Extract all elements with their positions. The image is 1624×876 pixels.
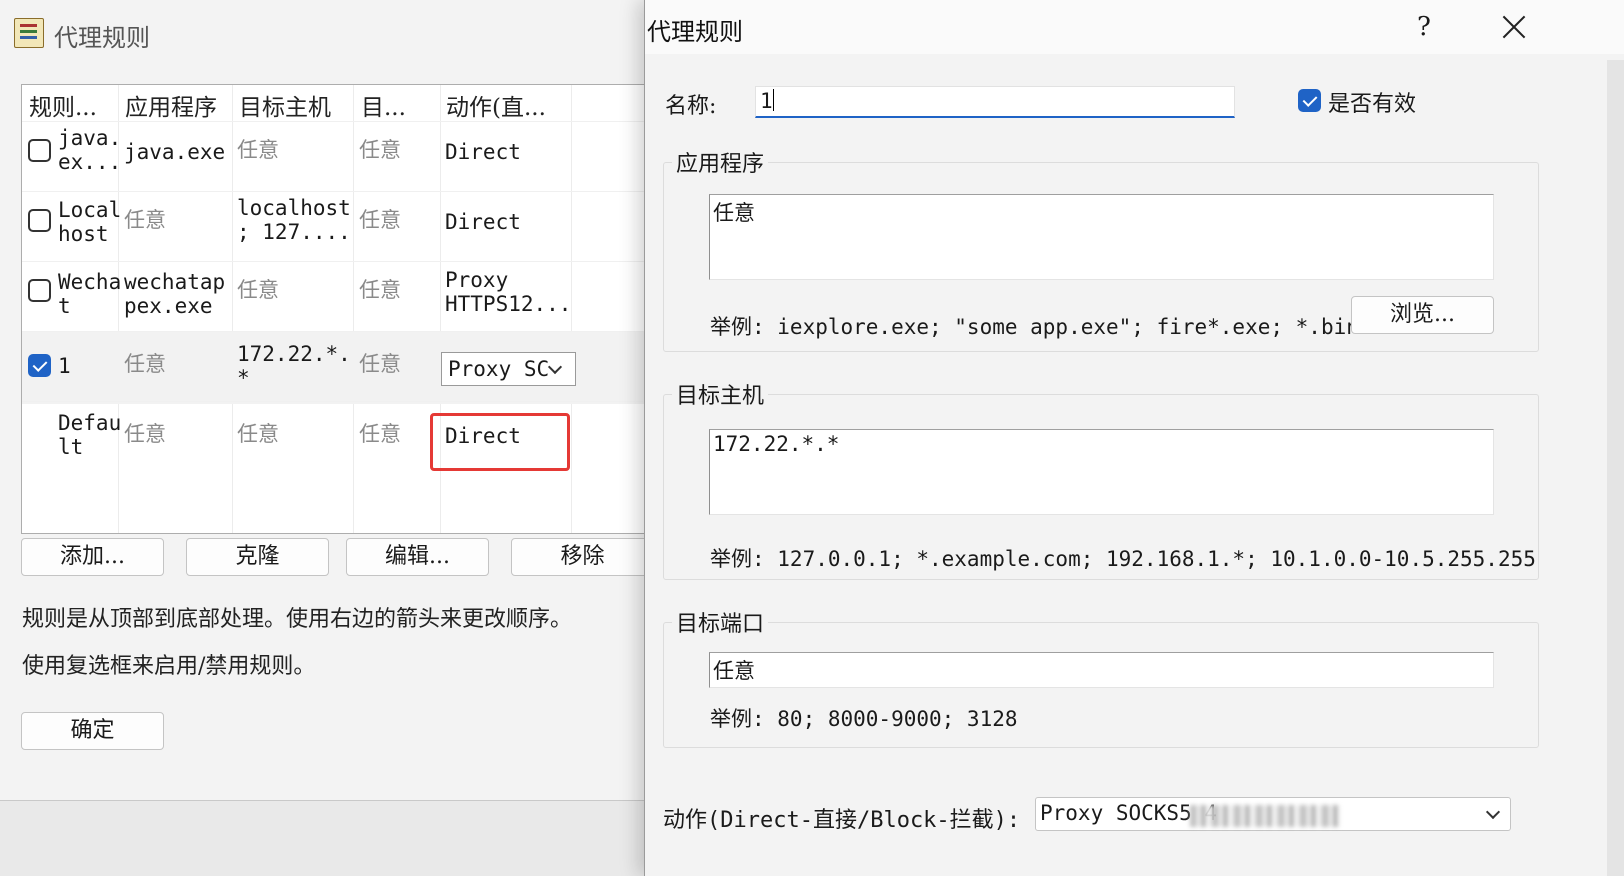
rule-name: Defau lt: [58, 411, 122, 459]
help-text-order: 规则是从顶部到底部处理。使用右边的箭头来更改顺序。: [22, 607, 573, 632]
chevron-down-icon: [547, 359, 563, 375]
add-button[interactable]: 添加...: [21, 538, 164, 576]
table-row[interactable]: java. ex... java.exe 任意 任意 Direct: [22, 121, 699, 194]
app-example: 举例: iexplore.exe; "some app.exe"; fire*.…: [710, 315, 1359, 339]
app-group-title: 应用程序: [672, 146, 769, 178]
rule-editor-dialog: 代理规则 ? 名称: 1 是否有效 应用程序 任意 举例: iexplore.e…: [644, 0, 1624, 876]
rule-action: Proxy SC: [448, 357, 550, 381]
host-input[interactable]: 172.22.*.*: [709, 429, 1494, 515]
rule-port: 任意: [359, 208, 401, 232]
enabled-label[interactable]: 是否有效: [1328, 86, 1416, 118]
rule-host: localhost ; 127....: [237, 196, 351, 244]
rule-host: 172.22.*. *: [237, 342, 351, 390]
text-caret: [772, 89, 774, 111]
enabled-checkbox[interactable]: [1298, 89, 1321, 112]
rule-name: 1: [58, 354, 71, 378]
dialog-title-bar: 代理规则 ?: [645, 0, 1624, 54]
name-label: 名称:: [665, 94, 717, 119]
action-label: 动作(Direct-直接/Block-拦截):: [663, 808, 1021, 833]
column-header-rule[interactable]: 规则...: [29, 88, 97, 122]
clone-button[interactable]: 克隆: [186, 538, 329, 576]
app-value: 任意: [713, 201, 755, 225]
rule-port: 任意: [359, 352, 401, 376]
host-group: 目标主机 172.22.*.* 举例: 127.0.0.1; *.example…: [663, 378, 1539, 580]
table-row[interactable]: 1 任意 172.22.*. * 任意 Proxy SC: [22, 331, 699, 404]
rule-checkbox[interactable]: [28, 139, 51, 162]
rule-app: java.exe: [124, 140, 226, 164]
rule-checkbox[interactable]: [28, 209, 51, 232]
column-header-app[interactable]: 应用程序: [125, 88, 217, 122]
highlight-annotation: [430, 413, 570, 471]
rule-name: Local host: [58, 198, 122, 246]
column-header-port[interactable]: 目...: [361, 88, 406, 122]
rule-action: Proxy HTTPS12...: [445, 268, 572, 316]
title-bar: 代理规则: [0, 0, 700, 62]
host-example: 举例: 127.0.0.1; *.example.com; 192.168.1.…: [710, 547, 1536, 571]
column-header-host[interactable]: 目标主机: [239, 88, 331, 122]
port-input[interactable]: 任意: [709, 652, 1494, 688]
host-value: 172.22.*.*: [713, 432, 840, 456]
browse-button[interactable]: 浏览...: [1351, 296, 1494, 334]
rule-app: wechatap pex.exe: [124, 270, 226, 318]
table-row[interactable]: Wecha t wechatap pex.exe 任意 任意 Proxy HTT…: [22, 261, 699, 334]
table-row[interactable]: Defau lt 任意 任意 任意 Direct: [22, 401, 699, 474]
rule-host: 任意: [237, 278, 279, 302]
remove-button[interactable]: 移除: [511, 538, 654, 576]
rules-table: 规则... 应用程序 目标主机 目... 动作(直... java. ex...…: [21, 84, 700, 534]
rule-name: java. ex...: [58, 126, 122, 174]
column-header-action[interactable]: 动作(直...: [446, 88, 546, 122]
rule-action-select[interactable]: Proxy SC: [441, 352, 576, 386]
scrollbar-track[interactable]: [1607, 60, 1624, 876]
rule-checkbox[interactable]: [28, 279, 51, 302]
edit-button[interactable]: 编辑...: [346, 538, 489, 576]
proxy-rules-window: 代理规则 规则... 应用程序 目标主机 目... 动作(直... java. …: [0, 0, 701, 801]
rule-port: 任意: [359, 138, 401, 162]
rule-app: 任意: [124, 422, 166, 446]
port-group: 目标端口 任意 举例: 80; 8000-9000; 3128: [663, 606, 1539, 748]
ok-button[interactable]: 确定: [21, 712, 164, 750]
rule-app: 任意: [124, 352, 166, 376]
name-value: 1: [760, 89, 773, 113]
chevron-down-icon: [1485, 804, 1501, 820]
rule-action: Direct: [445, 140, 521, 164]
port-value: 任意: [713, 659, 755, 683]
close-icon[interactable]: [1497, 10, 1533, 44]
rule-action: Direct: [445, 210, 521, 234]
rule-name: Wecha t: [58, 270, 122, 318]
app-input[interactable]: 任意: [709, 194, 1494, 280]
window-title: 代理规则: [54, 24, 150, 52]
redacted-text: [1190, 805, 1340, 827]
port-example: 举例: 80; 8000-9000; 3128: [710, 707, 1018, 731]
rule-host: 任意: [237, 138, 279, 162]
port-group-title: 目标端口: [672, 606, 769, 638]
rule-app: 任意: [124, 208, 166, 232]
app-icon: [14, 18, 44, 48]
action-select[interactable]: Proxy SOCKS5 4: [1035, 797, 1511, 831]
rule-checkbox[interactable]: [28, 354, 51, 377]
host-group-title: 目标主机: [672, 378, 769, 410]
help-button[interactable]: ?: [1417, 12, 1431, 42]
table-header: 规则... 应用程序 目标主机 目... 动作(直...: [22, 85, 699, 121]
rule-port: 任意: [359, 278, 401, 302]
dialog-title: 代理规则: [647, 18, 743, 46]
app-group: 应用程序 任意 举例: iexplore.exe; "some app.exe"…: [663, 146, 1539, 352]
rule-host: 任意: [237, 422, 279, 446]
name-input[interactable]: 1: [755, 86, 1235, 118]
table-row[interactable]: Local host 任意 localhost ; 127.... 任意 Dir…: [22, 191, 699, 264]
rule-port: 任意: [359, 422, 401, 446]
help-text-checkbox: 使用复选框来启用/禁用规则。: [22, 654, 316, 679]
